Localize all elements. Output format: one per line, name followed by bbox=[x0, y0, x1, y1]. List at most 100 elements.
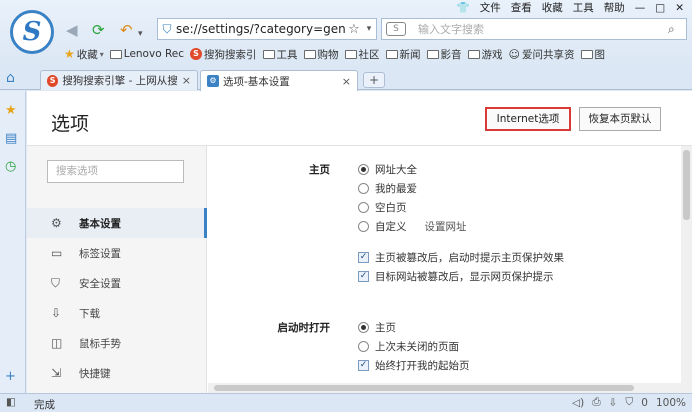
bookmark-iask[interactable]: ☺ 爱问共享资 bbox=[509, 47, 575, 62]
search-bar[interactable]: S 输入文字搜索 ⌕ bbox=[381, 18, 687, 40]
history-clock-icon[interactable]: ◷ bbox=[5, 159, 16, 174]
search-icon[interactable]: ⌕ bbox=[668, 22, 686, 37]
bookmark-star-icon[interactable]: ☆ bbox=[346, 22, 362, 37]
sogou-logo: S bbox=[10, 10, 54, 54]
internet-options-button[interactable]: Internet选项 bbox=[485, 107, 571, 131]
homepage-option-blank[interactable]: 空白页 bbox=[358, 200, 407, 215]
download-status-icon[interactable]: ⇩ bbox=[609, 397, 618, 409]
ad-block-icon[interactable]: ⛉ bbox=[625, 396, 633, 409]
refresh-icon[interactable]: ⟳ bbox=[92, 22, 105, 38]
star-icon: ★ bbox=[64, 47, 75, 61]
horizontal-scrollbar[interactable] bbox=[208, 383, 681, 393]
settings-search-input[interactable]: 搜索选项 bbox=[47, 160, 184, 183]
checkbox-icon[interactable]: ✓ bbox=[358, 360, 369, 371]
tab-icon: ▭ bbox=[51, 246, 63, 260]
screenshot-icon[interactable]: ⎙ bbox=[592, 396, 600, 409]
radio-icon[interactable] bbox=[358, 322, 369, 333]
menu-favorites[interactable]: 收藏 bbox=[542, 0, 563, 16]
close-icon[interactable]: ✕ bbox=[675, 0, 684, 16]
new-tab-button[interactable]: + bbox=[363, 72, 385, 88]
restore-defaults-button[interactable]: 恢复本页默认 bbox=[579, 107, 661, 131]
bookmark-media[interactable]: 影音 bbox=[426, 47, 462, 62]
menu-help[interactable]: 帮助 bbox=[604, 0, 625, 16]
menu-view[interactable]: 查看 bbox=[511, 0, 532, 16]
sidebar-item-basic[interactable]: ⚙ 基本设置 bbox=[27, 208, 207, 238]
radio-icon[interactable] bbox=[358, 202, 369, 213]
radio-icon[interactable] bbox=[358, 164, 369, 175]
status-right: ◁) ⎙ ⇩ ⛉ 0 100% bbox=[572, 396, 686, 409]
vertical-scrollbar[interactable] bbox=[681, 146, 692, 393]
folder-icon bbox=[344, 49, 357, 59]
search-input[interactable]: 输入文字搜索 bbox=[406, 21, 668, 37]
horizontal-scroll-thumb[interactable] bbox=[214, 385, 634, 391]
bookmark-shopping[interactable]: 购物 bbox=[303, 47, 339, 62]
checkbox-icon[interactable]: ✓ bbox=[358, 271, 369, 282]
home-icon[interactable]: ⌂ bbox=[6, 70, 15, 86]
sidebar-item-download[interactable]: ⇩ 下载 bbox=[27, 298, 207, 328]
mouse-icon: ◫ bbox=[51, 336, 63, 350]
startup-option-home[interactable]: 主页 bbox=[358, 320, 396, 335]
bookmark-games[interactable]: 游戏 bbox=[467, 47, 503, 62]
startup-option-last[interactable]: 上次未关闭的页面 bbox=[358, 339, 459, 354]
reader-icon[interactable]: ▤ bbox=[5, 131, 17, 146]
shield-icon: ⛉ bbox=[51, 275, 61, 290]
settings-sidebar: 搜索选项 ⚙ 基本设置 ▭ 标签设置 ⛉ 安全设置 ⇩ 下载 ◫ 鼠标手势 ⇲ 快捷键 bbox=[27, 146, 207, 393]
bookmark-community[interactable]: 社区 bbox=[344, 47, 380, 62]
startup-start-page-check[interactable]: ✓ 始终打开我的起始页 bbox=[358, 358, 470, 373]
address-url[interactable]: se://settings/?category=gen bbox=[176, 22, 346, 36]
sogou-icon: S bbox=[47, 74, 59, 87]
radio-icon[interactable] bbox=[358, 341, 369, 352]
tab-close-icon[interactable]: × bbox=[342, 75, 351, 88]
bookmark-lenovo[interactable]: Lenovo Rec bbox=[109, 48, 184, 60]
address-dropdown-icon[interactable]: ▾ bbox=[362, 24, 376, 34]
vertical-scroll-thumb[interactable] bbox=[683, 150, 690, 220]
bookmark-news[interactable]: 新闻 bbox=[385, 47, 421, 62]
add-sidebar-icon[interactable]: + bbox=[5, 369, 16, 384]
sidebar-item-security[interactable]: ⛉ 安全设置 bbox=[27, 268, 207, 298]
browser-sidebar: ★ ▤ ◷ + bbox=[0, 91, 26, 393]
search-engine-icon[interactable]: S bbox=[386, 22, 406, 36]
sidebar-item-gestures[interactable]: ◫ 鼠标手势 bbox=[27, 328, 207, 358]
undo-dropdown-icon[interactable]: ▾ bbox=[138, 26, 143, 42]
chevron-down-icon: ▾ bbox=[99, 49, 104, 59]
bookmark-favorites[interactable]: ★ 收藏 ▾ bbox=[64, 47, 104, 62]
tab-close-icon[interactable]: × bbox=[182, 74, 191, 87]
folder-icon bbox=[385, 49, 398, 59]
status-bar: ◧ 完成 ◁) ⎙ ⇩ ⛉ 0 100% bbox=[0, 393, 692, 412]
undo-icon[interactable]: ↶ bbox=[120, 22, 133, 38]
startup-label: 启动时打开 bbox=[277, 322, 331, 334]
speaker-icon[interactable]: ◁) bbox=[572, 397, 584, 409]
zoom-level[interactable]: 100% bbox=[656, 397, 686, 409]
settings-main: 主页 网址大全 我的最爱 空白页 自定义 设置网址 ✓ 主页被篡改后，启动时提示主页… bbox=[208, 146, 678, 393]
menu-file[interactable]: 文件 bbox=[480, 0, 501, 16]
checkbox-icon[interactable]: ✓ bbox=[358, 252, 369, 263]
site-protect-check[interactable]: ✓ 目标网站被篡改后，显示网页保护提示 bbox=[358, 269, 554, 284]
favorites-star-icon[interactable]: ★ bbox=[5, 103, 17, 118]
bookmark-sogou[interactable]: S 搜狗搜索引 bbox=[190, 47, 257, 62]
homepage-option-custom[interactable]: 自定义 设置网址 bbox=[358, 219, 467, 234]
settings-page: 选项 Internet选项 恢复本页默认 搜索选项 ⚙ 基本设置 ▭ 标签设置 ⛉ 安… bbox=[27, 91, 692, 393]
folder-icon bbox=[109, 49, 122, 59]
bookmark-tools[interactable]: 工具 bbox=[262, 47, 298, 62]
radio-icon[interactable] bbox=[358, 183, 369, 194]
homepage-option-hao123[interactable]: 网址大全 bbox=[358, 162, 417, 177]
shortcut-icon: ⇲ bbox=[51, 366, 62, 380]
sidebar-item-tabs[interactable]: ▭ 标签设置 bbox=[27, 238, 207, 268]
bookmark-images[interactable]: 图 bbox=[580, 47, 605, 62]
back-arrow-icon[interactable]: ◀ bbox=[66, 22, 78, 38]
page-title: 选项 bbox=[51, 113, 90, 135]
tab-sogou[interactable]: S 搜狗搜索引擎 - 上网从搜 × bbox=[40, 70, 198, 90]
maximize-icon[interactable]: □ bbox=[655, 0, 665, 16]
address-bar[interactable]: ⛉ se://settings/?category=gen ☆ ▾ bbox=[157, 18, 377, 40]
sidebar-item-shortcuts[interactable]: ⇲ 快捷键 bbox=[27, 358, 207, 388]
shirt-icon[interactable]: 👕 bbox=[457, 0, 470, 16]
homepage-option-favorites[interactable]: 我的最爱 bbox=[358, 181, 417, 196]
folder-icon bbox=[303, 49, 316, 59]
menu-tools[interactable]: 工具 bbox=[573, 0, 594, 16]
set-url-link[interactable]: 设置网址 bbox=[425, 219, 467, 234]
minimize-icon[interactable]: — bbox=[635, 0, 646, 16]
tab-settings[interactable]: ⚙ 选项-基本设置 × bbox=[200, 70, 358, 91]
radio-icon[interactable] bbox=[358, 221, 369, 232]
homepage-protect-check[interactable]: ✓ 主页被篡改后，启动时提示主页保护效果 bbox=[358, 250, 564, 265]
sidebar-toggle-icon[interactable]: ◧ bbox=[6, 396, 16, 408]
